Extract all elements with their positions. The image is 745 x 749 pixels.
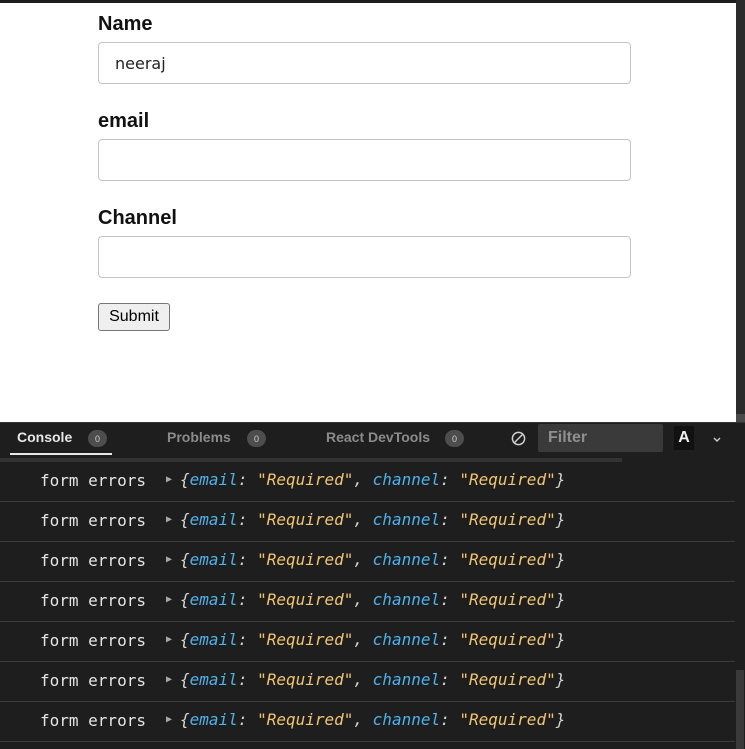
log-label: form errors [40,511,146,530]
log-label: form errors [40,631,146,650]
log-label: form errors [40,551,146,570]
email-input[interactable] [98,139,631,181]
log-label: form errors [40,591,146,610]
tab-problems[interactable]: Problems [167,429,231,445]
clear-console-icon[interactable] [511,431,526,446]
name-label: Name [98,13,153,35]
log-object[interactable]: {email: "Required", channel: "Required"} [180,670,565,689]
log-object[interactable]: {email: "Required", channel: "Required"} [180,590,565,609]
react-devtools-count-badge: 0 [445,430,464,447]
triangle-right-icon[interactable]: ▶ [166,674,172,685]
log-label: form errors [40,711,146,730]
page-scrollbar-thumb[interactable] [736,414,745,422]
tab-react-devtools[interactable]: React DevTools [326,429,430,445]
console-row: form errors ▶ {email: "Required", channe… [0,622,735,662]
font-size-button[interactable]: A [674,426,694,450]
active-tab-indicator [10,453,112,455]
console-row: form errors ▶ {email: "Required", channe… [0,582,735,622]
log-label: form errors [40,471,146,490]
console-output: form errors ▶ {email: "Required", channe… [0,462,735,749]
triangle-right-icon[interactable]: ▶ [166,474,172,485]
triangle-right-icon[interactable]: ▶ [166,554,172,565]
triangle-right-icon[interactable]: ▶ [166,714,172,725]
filter-input[interactable]: Filter [538,424,663,452]
channel-input[interactable] [98,236,631,278]
console-scrollbar-thumb[interactable] [736,670,744,749]
console-count-badge: 0 [88,430,107,447]
console-row: form errors ▶ {email: "Required", channe… [0,502,735,542]
log-object[interactable]: {email: "Required", channel: "Required"} [180,550,565,569]
app-page: Name neeraj email Channel Submit [0,0,736,422]
log-label: form errors [40,671,146,690]
email-label: email [98,110,150,132]
log-object[interactable]: {email: "Required", channel: "Required"} [180,710,565,729]
channel-label: Channel [98,207,177,229]
console-row: form errors ▶ {email: "Required", channe… [0,702,735,742]
triangle-right-icon[interactable]: ▶ [166,634,172,645]
log-object[interactable]: {email: "Required", channel: "Required"} [180,470,565,489]
log-object[interactable]: {email: "Required", channel: "Required"} [180,510,565,529]
chevron-down-icon[interactable] [710,432,724,446]
page-scrollbar[interactable] [736,0,745,422]
tab-console[interactable]: Console [17,429,72,445]
console-row: form errors ▶ {email: "Required", channe… [0,462,735,502]
problems-count-badge: 0 [247,430,266,447]
triangle-right-icon[interactable]: ▶ [166,514,172,525]
triangle-right-icon[interactable]: ▶ [166,594,172,605]
submit-button[interactable]: Submit [98,303,170,331]
console-row: form errors ▶ {email: "Required", channe… [0,542,735,582]
console-row: form errors ▶ {email: "Required", channe… [0,662,735,702]
name-input[interactable]: neeraj [98,42,631,84]
log-object[interactable]: {email: "Required", channel: "Required"} [180,630,565,649]
